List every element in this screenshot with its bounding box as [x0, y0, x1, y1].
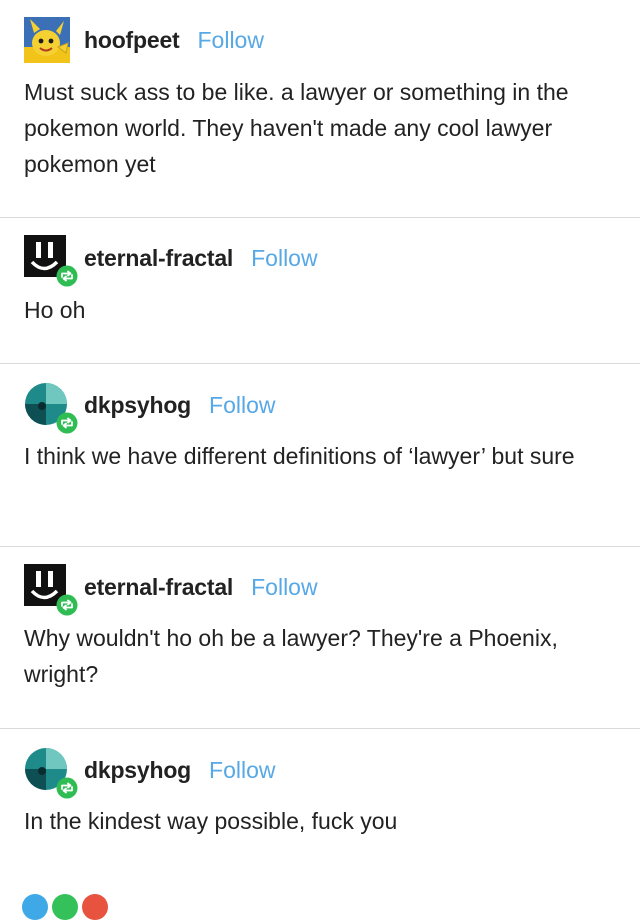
black-smiley-avatar[interactable]: [24, 564, 78, 616]
note-avatar[interactable]: [52, 894, 78, 920]
reblog-icon: [56, 412, 78, 434]
yellow-cartoon-creature-avatar[interactable]: [24, 17, 70, 63]
reblog-icon: [56, 777, 78, 799]
username[interactable]: eternal-fractal: [84, 574, 233, 601]
post-header-hoofpeet: hoofpeet Follow: [24, 17, 264, 63]
post-header-dkpsyhog: dkpsyhog Follow: [24, 382, 276, 434]
follow-button[interactable]: Follow: [198, 27, 264, 54]
post-header-eternal-fractal: eternal-fractal Follow: [24, 235, 318, 287]
post-divider: [0, 363, 640, 364]
follow-button[interactable]: Follow: [251, 245, 317, 272]
post-text: In the kindest way possible, fuck you: [24, 808, 398, 834]
username[interactable]: eternal-fractal: [84, 245, 233, 272]
teal-circle-avatar[interactable]: [24, 382, 78, 434]
follow-button[interactable]: Follow: [251, 574, 317, 601]
reblog-icon: [56, 265, 78, 287]
post-text: Ho oh: [24, 297, 86, 323]
username[interactable]: dkpsyhog: [84, 392, 191, 419]
username[interactable]: dkpsyhog: [84, 757, 191, 784]
post-text: Must suck ass to be like. a lawyer or so…: [24, 79, 569, 177]
username[interactable]: hoofpeet: [84, 27, 180, 54]
follow-button[interactable]: Follow: [209, 392, 275, 419]
post-text: Why wouldn't ho oh be a lawyer? They're …: [24, 625, 558, 687]
post-divider: [0, 217, 640, 218]
note-avatar[interactable]: [22, 894, 48, 920]
teal-circle-avatar[interactable]: [24, 747, 78, 799]
post-header-eternal-fractal: eternal-fractal Follow: [24, 564, 318, 616]
post-text: I think we have different definitions of…: [24, 443, 575, 469]
note-avatars: [22, 894, 112, 920]
black-smiley-avatar[interactable]: [24, 235, 78, 287]
note-avatar[interactable]: [82, 894, 108, 920]
post-header-dkpsyhog: dkpsyhog Follow: [24, 747, 276, 799]
post-divider: [0, 546, 640, 547]
reblog-icon: [56, 594, 78, 616]
post-divider: [0, 728, 640, 729]
follow-button[interactable]: Follow: [209, 757, 275, 784]
